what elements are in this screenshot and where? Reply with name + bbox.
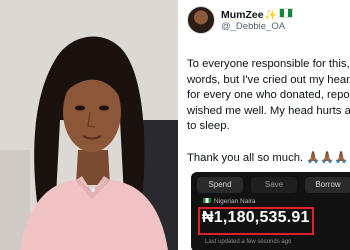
tweet-body: To everyone responsible for this, I word… xyxy=(187,57,350,135)
currency-label: Nigerian Naira xyxy=(203,198,256,205)
tweet-line: words, but I've cried out my heart xyxy=(187,73,350,86)
save-button[interactable]: Save xyxy=(251,177,297,193)
borrow-button[interactable]: Borrow xyxy=(305,177,350,193)
tweet-line: for every one who donated, repos xyxy=(187,89,350,101)
balance-amount: ₦1,180,535.91 xyxy=(202,209,310,226)
photo xyxy=(0,0,178,250)
sparkle-icon: ✨ xyxy=(264,10,278,21)
nigeria-flag-icon xyxy=(279,8,294,18)
woman-photo xyxy=(0,0,178,250)
avatar[interactable] xyxy=(187,6,215,34)
tweet-line: wished me well. My head hurts an xyxy=(187,104,350,117)
last-updated: Last updated a few seconds ago xyxy=(205,239,292,245)
tweet-line: To everyone responsible for this, I xyxy=(187,58,350,70)
display-name-text: MumZee xyxy=(221,9,264,21)
spend-button[interactable]: Spend xyxy=(197,177,243,193)
currency-label-text: Nigerian Naira xyxy=(214,198,256,205)
wallet-screenshot: Spend Save Borrow Nigerian Naira ₦1,180,… xyxy=(191,172,350,250)
tweet: MumZee✨ @_Debbie_OA To everyone responsi… xyxy=(178,0,350,250)
nigeria-flag-icon xyxy=(203,198,211,203)
tweet-thanks: Thank you all so much. 🙏🏾🙏🏾🙏🏾 xyxy=(187,152,349,164)
display-name[interactable]: MumZee✨ xyxy=(221,8,294,21)
tweet-line: to sleep. xyxy=(187,120,230,132)
handle[interactable]: @_Debbie_OA xyxy=(221,21,285,32)
